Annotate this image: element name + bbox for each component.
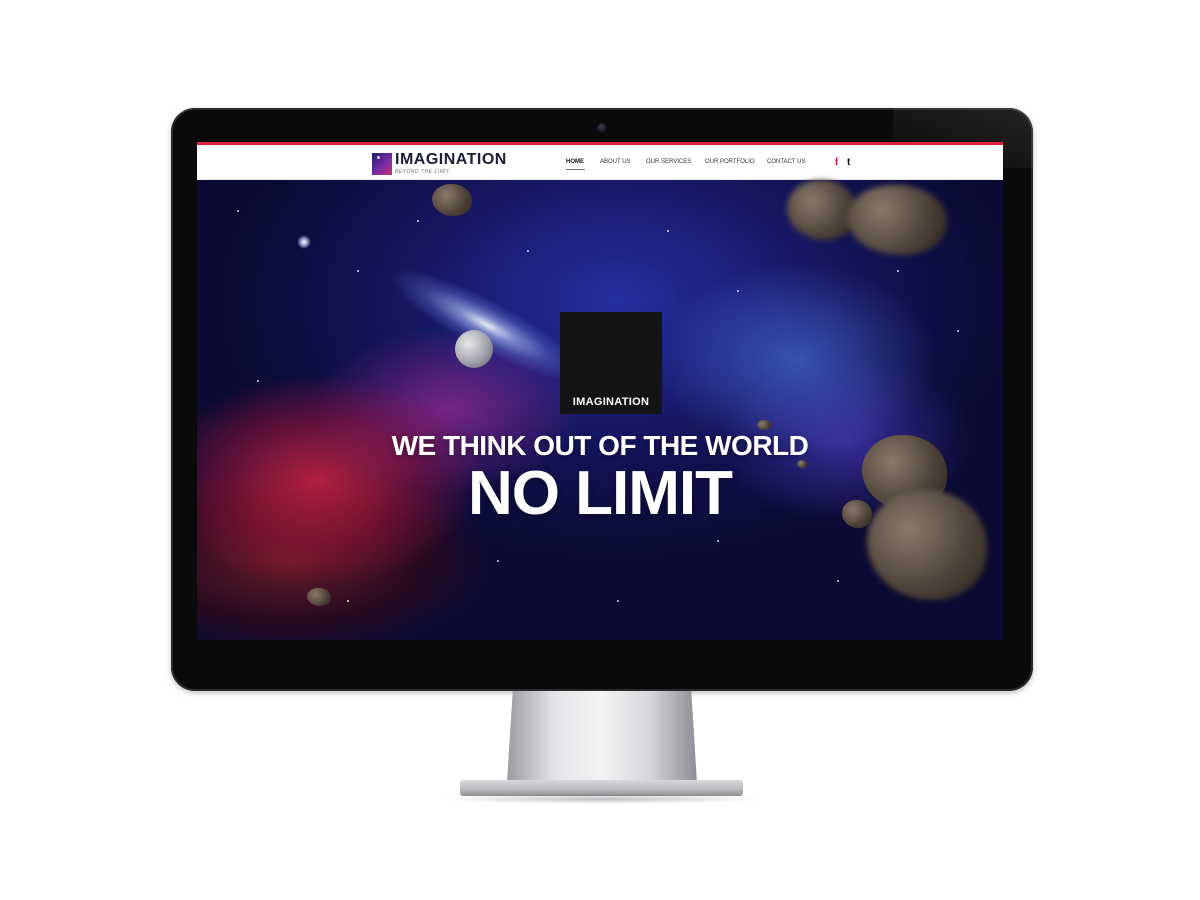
star	[667, 230, 669, 232]
logo-icon[interactable]	[372, 153, 392, 175]
nav-item-our-portfolio[interactable]: OUR PORTFOLIO	[705, 159, 755, 165]
nav-item-contact-us[interactable]: CONTACT US	[767, 159, 805, 165]
star	[737, 290, 739, 292]
facebook-icon[interactable]: f	[835, 157, 838, 168]
nav-item-about-us[interactable]: ABOUT US	[600, 159, 631, 165]
asteroid-graphic	[432, 184, 472, 216]
star	[347, 600, 349, 602]
star	[617, 600, 619, 602]
asteroid-graphic	[307, 588, 331, 606]
site-header: IMAGINATION BEYOND THE LIMIT HOME ABOUT …	[197, 145, 1003, 180]
hero-subheadline: NO LIMIT	[467, 459, 733, 528]
monitor-stand-neck	[507, 691, 697, 783]
twitter-icon[interactable]: t	[847, 157, 850, 168]
asteroid-graphic	[757, 420, 771, 430]
brand-tagline: BEYOND THE LIMIT	[395, 169, 450, 175]
star	[897, 270, 899, 272]
hero-banner: IMAGINATION WE THINK OUT OF THE WORLD NO…	[197, 180, 1003, 640]
nav-item-our-services[interactable]: OUR SERVICES	[646, 159, 691, 165]
star	[257, 380, 259, 382]
star	[417, 220, 419, 222]
star	[237, 210, 239, 212]
camera-icon	[597, 123, 607, 133]
star	[957, 330, 959, 332]
stand-shadow	[440, 794, 763, 804]
asteroid-graphic	[847, 185, 947, 255]
nav-active-underline	[566, 169, 585, 170]
star	[837, 580, 839, 582]
star	[717, 540, 719, 542]
brand-name[interactable]: IMAGINATION	[395, 151, 507, 169]
star-graphic	[297, 235, 311, 249]
hero-logo-text: IMAGINATION	[572, 396, 650, 408]
star	[527, 250, 529, 252]
star	[497, 560, 499, 562]
asteroid-graphic	[787, 180, 857, 240]
nav-item-home[interactable]: HOME	[566, 159, 584, 165]
moon-graphic	[455, 330, 493, 368]
screen: IMAGINATION BEYOND THE LIMIT HOME ABOUT …	[197, 142, 1003, 640]
hero-logo-box: IMAGINATION	[560, 312, 662, 414]
star	[357, 270, 359, 272]
